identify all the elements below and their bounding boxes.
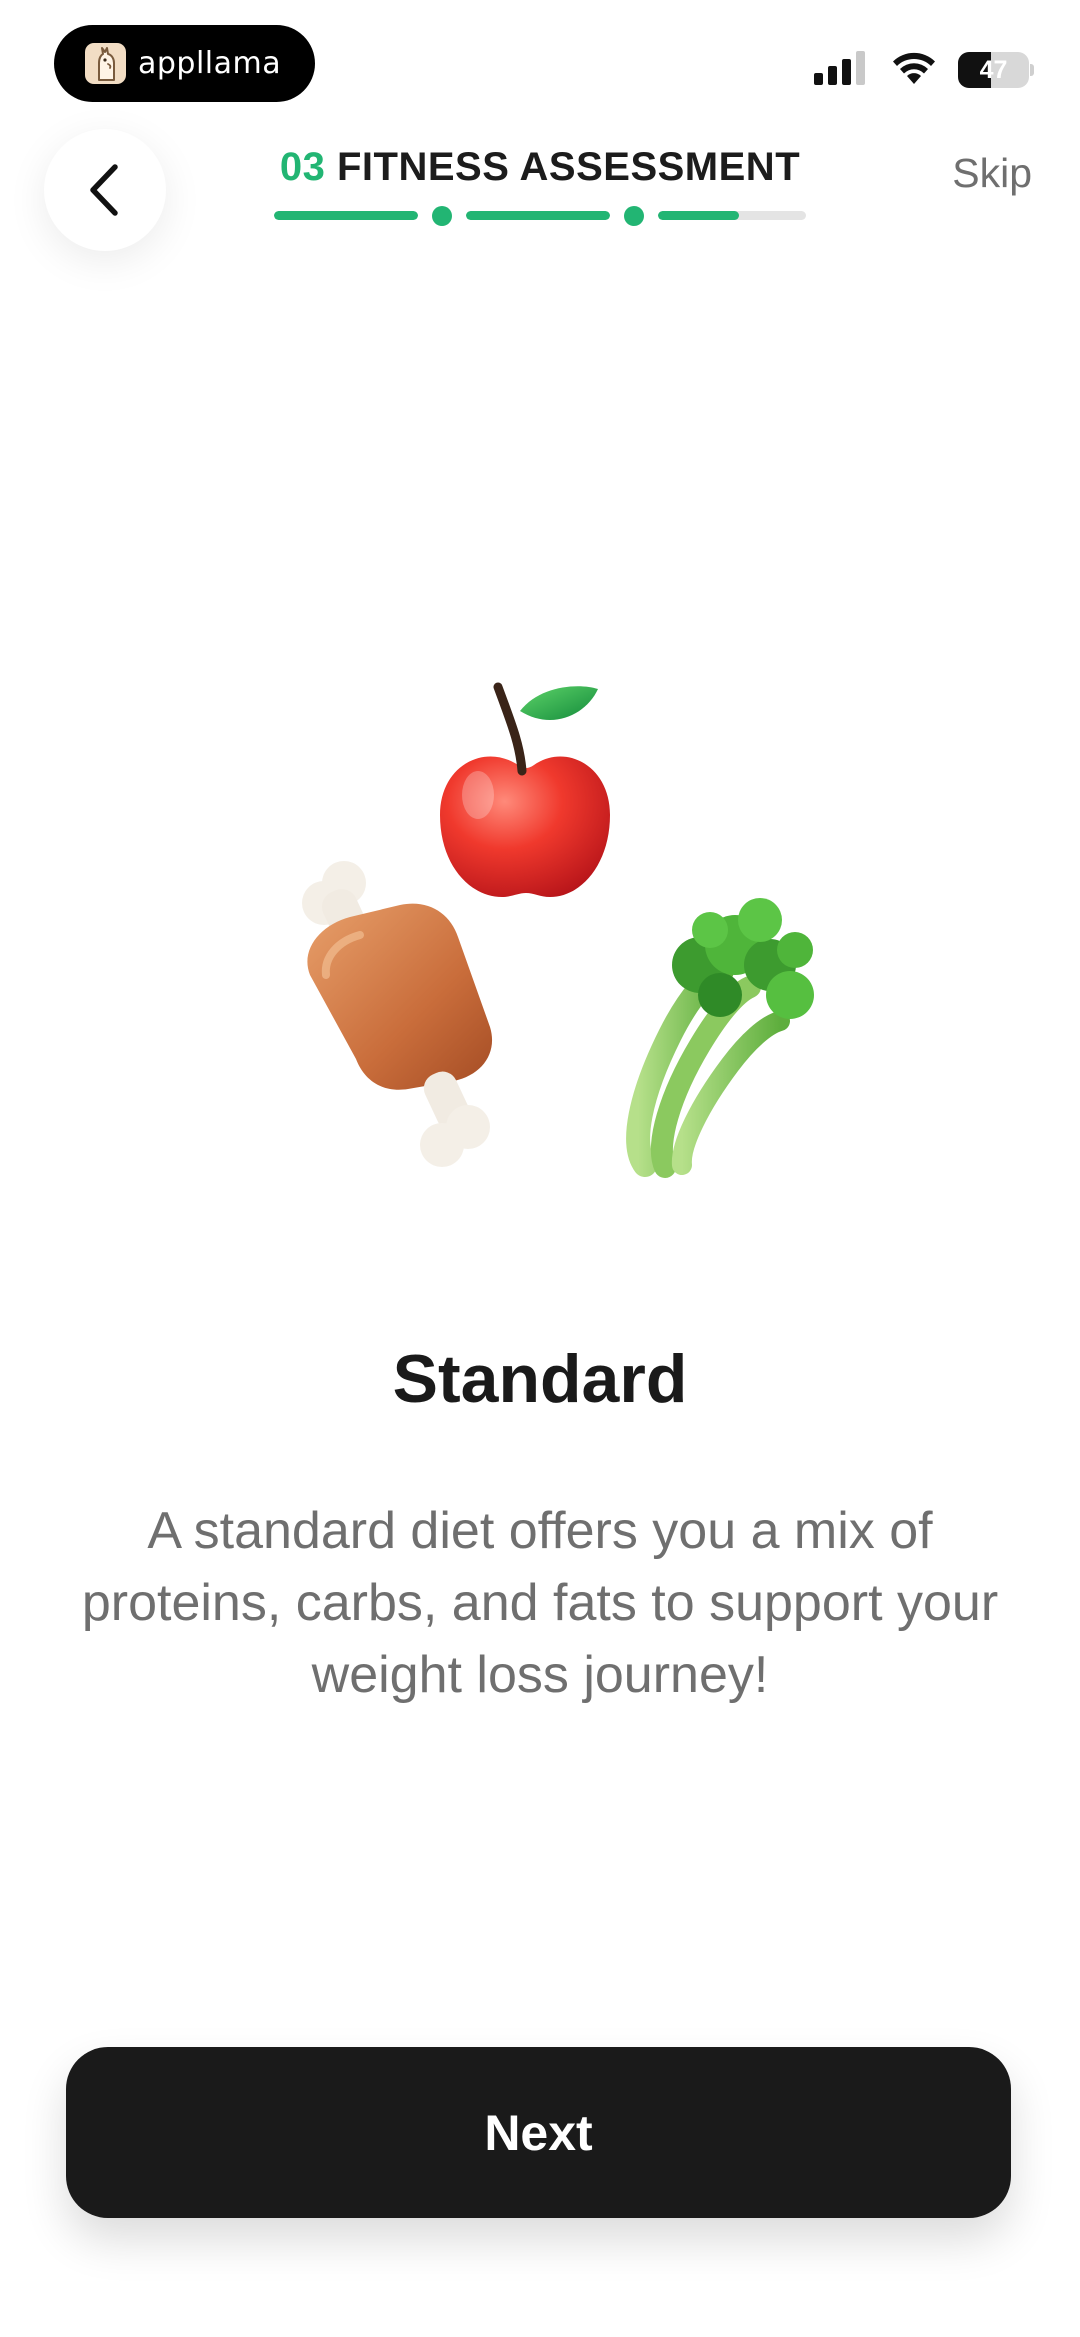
next-button-label: Next <box>484 2104 593 2161</box>
progress-dot-2 <box>624 206 644 226</box>
progress-segment-1 <box>274 211 418 220</box>
cellular-signal-icon <box>814 51 870 89</box>
diet-type-screen: appllama 47 03 FITNESS ASSESSMENT Skip S… <box>0 0 1080 2337</box>
next-button[interactable]: Next <box>66 2047 1011 2218</box>
progress-segment-fill <box>658 211 740 220</box>
app-indicator-pill: appllama <box>54 25 315 102</box>
battery-icon: 47 <box>958 52 1030 88</box>
chevron-left-icon <box>90 164 118 216</box>
battery-cap <box>1030 64 1034 76</box>
progress-dot-1 <box>432 206 452 226</box>
section-name: FITNESS ASSESSMENT <box>336 145 801 189</box>
progress-segment-fill <box>274 211 418 220</box>
llama-logo-icon <box>85 43 126 84</box>
back-button[interactable] <box>44 129 166 251</box>
progress-segment-fill <box>466 211 610 220</box>
food-illustration <box>290 675 830 1200</box>
diet-title: Standard <box>392 1341 688 1417</box>
celery-icon <box>626 898 814 1178</box>
apple-icon <box>440 682 610 897</box>
battery-indicator: 47 <box>958 52 1034 88</box>
progress-segment-3 <box>658 211 806 220</box>
meat-drumstick-icon <box>302 861 493 1167</box>
battery-percent-label: 47 <box>979 55 1008 84</box>
step-header: 03 FITNESS ASSESSMENT <box>274 145 806 190</box>
progress-segment-2 <box>466 211 610 220</box>
skip-button[interactable]: Skip <box>952 150 1032 197</box>
step-number: 03 <box>279 145 326 189</box>
diet-description: A standard diet offers you a mix of prot… <box>81 1502 999 1704</box>
status-icons: 47 <box>814 50 1034 90</box>
assessment-progress-bar <box>274 206 806 226</box>
app-name-label: appllama <box>138 46 282 81</box>
wifi-icon <box>890 50 938 90</box>
